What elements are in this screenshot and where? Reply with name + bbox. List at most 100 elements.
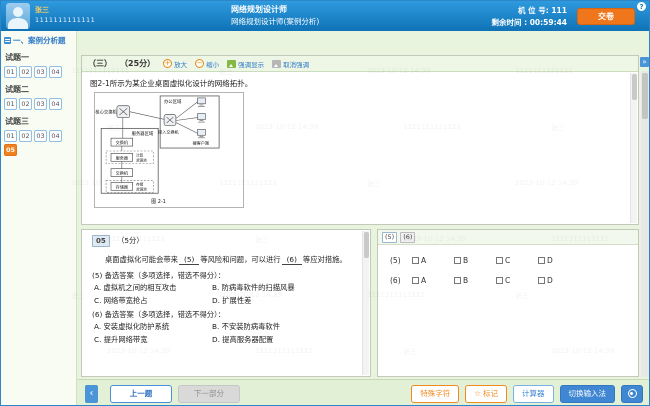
image-icon xyxy=(227,60,236,68)
question-num-button-1-04[interactable]: 04 xyxy=(49,66,62,78)
figure-label-compute-pool-1: 计算 xyxy=(136,152,144,157)
q5-option-d: D. 扩展性差 xyxy=(212,296,354,306)
answer-checkbox-6-d[interactable]: D xyxy=(538,276,580,285)
question-body: 图2-1所示为某企业桌面虚拟化设计的网络拓扑。 核心交换机 xyxy=(82,72,638,224)
computer-icon xyxy=(198,98,206,106)
answer-checkbox-6-b[interactable]: B xyxy=(454,276,496,285)
scrollbar-thumb[interactable] xyxy=(642,73,648,119)
checkbox-icon[interactable] xyxy=(538,277,545,284)
computer-icon xyxy=(198,114,206,122)
zoom-in-button[interactable]: + 放大 xyxy=(163,59,187,69)
checkbox-icon[interactable] xyxy=(454,277,461,284)
calculator-button[interactable]: 计算器 xyxy=(513,385,554,403)
question-number-row: 01 02 03 04 xyxy=(4,98,74,110)
option-letter: C xyxy=(505,256,510,265)
question-num-button-2-01[interactable]: 01 xyxy=(4,98,17,110)
checkbox-icon[interactable] xyxy=(412,257,419,264)
blank-5: (5) xyxy=(179,255,199,265)
figure-label-compute-pool-2: 资源池 xyxy=(136,157,147,162)
special-characters-button[interactable]: 特殊字符 xyxy=(411,385,459,403)
help-icon[interactable]: ? xyxy=(637,2,646,11)
emphasize-button[interactable]: 强调显示 xyxy=(227,59,264,69)
question-num-button-2-02[interactable]: 02 xyxy=(19,98,32,110)
question-scrollbar[interactable] xyxy=(630,73,637,223)
collapse-panel-button[interactable]: » xyxy=(640,57,649,67)
answer-row-label: (5) xyxy=(390,256,412,265)
answer-checkbox-5-c[interactable]: C xyxy=(496,256,538,265)
scrollbar-thumb[interactable] xyxy=(364,232,369,258)
q6-option-c: C. 提升网络带宽 xyxy=(94,335,212,345)
figure-label-server: 服务器 xyxy=(116,154,128,160)
group-label-1: 试题一 xyxy=(5,52,74,63)
image-off-icon xyxy=(272,60,281,68)
q6-option-d: D. 提高服务器配置 xyxy=(212,335,354,345)
question-num-button-1-02[interactable]: 02 xyxy=(19,66,32,78)
cancel-emphasize-button[interactable]: 取消强调 xyxy=(272,59,309,69)
subquestion-panel: 05 （5分） 桌面虚拟化可能会带来(5)等风险和问题，可以进行(6)等应对措施… xyxy=(81,229,371,377)
answer-checkbox-5-d[interactable]: D xyxy=(538,256,580,265)
answer-checkbox-6-a[interactable]: A xyxy=(412,276,454,285)
answer-tab-6[interactable]: (6) xyxy=(400,232,415,243)
q5-options-title: (5) 备选答案（多项选择，错选不得分）： xyxy=(92,271,354,281)
top-bar: 张三 1111111111111 网络规划设计师 网络规划设计师(案例分析) 机… xyxy=(1,1,649,31)
question-num-button-3-01[interactable]: 01 xyxy=(4,130,17,142)
settings-button[interactable] xyxy=(621,385,643,403)
figure-label-storage-pool-1: 存储 xyxy=(136,181,144,186)
figure-label-storage-pool-2: 资源池 xyxy=(136,186,147,191)
checkbox-icon[interactable] xyxy=(412,277,419,284)
stem-text: 等风险和问题，可以进行 xyxy=(200,255,280,264)
option-letter: D xyxy=(547,256,553,265)
star-icon: ☆ xyxy=(474,389,481,398)
question-num-button-2-03[interactable]: 03 xyxy=(34,98,47,110)
question-num-button-2-04[interactable]: 04 xyxy=(49,98,62,110)
footer-bar: ‹ 上一题 下一部分 特殊字符 ☆标记 计算器 切换输入法 xyxy=(77,379,650,406)
q5-option-c: C. 网络带宽抢占 xyxy=(94,296,212,306)
collapse-footer-button[interactable]: ‹ xyxy=(85,385,98,403)
answer-checkbox-5-a[interactable]: A xyxy=(412,256,454,265)
checkbox-icon[interactable] xyxy=(454,257,461,264)
switch-ime-button[interactable]: 切换输入法 xyxy=(560,385,616,403)
main-scrollbar[interactable] xyxy=(641,71,649,377)
checkbox-icon[interactable] xyxy=(496,257,503,264)
option-letter: B xyxy=(463,276,468,285)
zoom-out-button[interactable]: − 缩小 xyxy=(195,59,219,69)
figure-label-storage: 存储器 xyxy=(116,183,128,189)
topology-figure: 核心交换机 办公区域 xyxy=(94,92,244,208)
scrollbar-thumb[interactable] xyxy=(632,74,637,100)
checkbox-icon[interactable] xyxy=(496,277,503,284)
answer-checkbox-5-b[interactable]: B xyxy=(454,256,496,265)
question-num-button-1-01[interactable]: 01 xyxy=(4,66,17,78)
question-num-button-1-03[interactable]: 03 xyxy=(34,66,47,78)
answer-row-label: (6) xyxy=(390,276,412,285)
checkbox-icon[interactable] xyxy=(538,257,545,264)
subquestion-body: 05 （5分） 桌面虚拟化可能会带来(5)等风险和问题，可以进行(6)等应对措施… xyxy=(82,230,370,376)
figure-caption: 图 2-1 xyxy=(151,199,165,205)
group-label-3: 试题三 xyxy=(5,116,74,127)
submit-exam-button[interactable]: 交卷 xyxy=(577,8,635,25)
blank-6: (6) xyxy=(282,255,302,265)
zoom-in-icon: + xyxy=(163,59,172,68)
previous-question-button[interactable]: 上一题 xyxy=(110,385,172,403)
connector-lines xyxy=(122,102,198,183)
answer-panel: (5) (6) (5) A B C D (6) A B C D xyxy=(377,229,639,377)
switch-icon xyxy=(117,106,130,118)
question-num-button-3-03[interactable]: 03 xyxy=(34,130,47,142)
switch-icon xyxy=(164,115,176,126)
mark-question-button[interactable]: ☆标记 xyxy=(465,385,507,403)
q5-options: A. 虚拟机之间的相互攻击 B. 防病毒软件的扫描风暴 C. 网络带宽抢占 D.… xyxy=(94,283,354,306)
answer-checkbox-6-c[interactable]: C xyxy=(496,276,538,285)
zoom-out-label: 缩小 xyxy=(206,59,219,69)
option-letter: A xyxy=(421,256,426,265)
question-num-button-3-02[interactable]: 02 xyxy=(19,130,32,142)
part-score: （25分） xyxy=(120,58,155,69)
subquestion-scrollbar[interactable] xyxy=(362,231,369,375)
option-letter: A xyxy=(421,276,426,285)
question-num-button-3-04[interactable]: 04 xyxy=(49,130,62,142)
question-number-row: 01 02 03 04 xyxy=(4,66,74,78)
answer-tab-5[interactable]: (5) xyxy=(382,232,397,243)
question-num-button-3-05-active[interactable]: 05 xyxy=(4,144,17,156)
next-section-button-disabled[interactable]: 下一部分 xyxy=(178,385,240,403)
avatar-head-icon xyxy=(13,7,23,17)
avatar-body-icon xyxy=(8,18,28,29)
user-name: 张三 xyxy=(35,5,49,15)
